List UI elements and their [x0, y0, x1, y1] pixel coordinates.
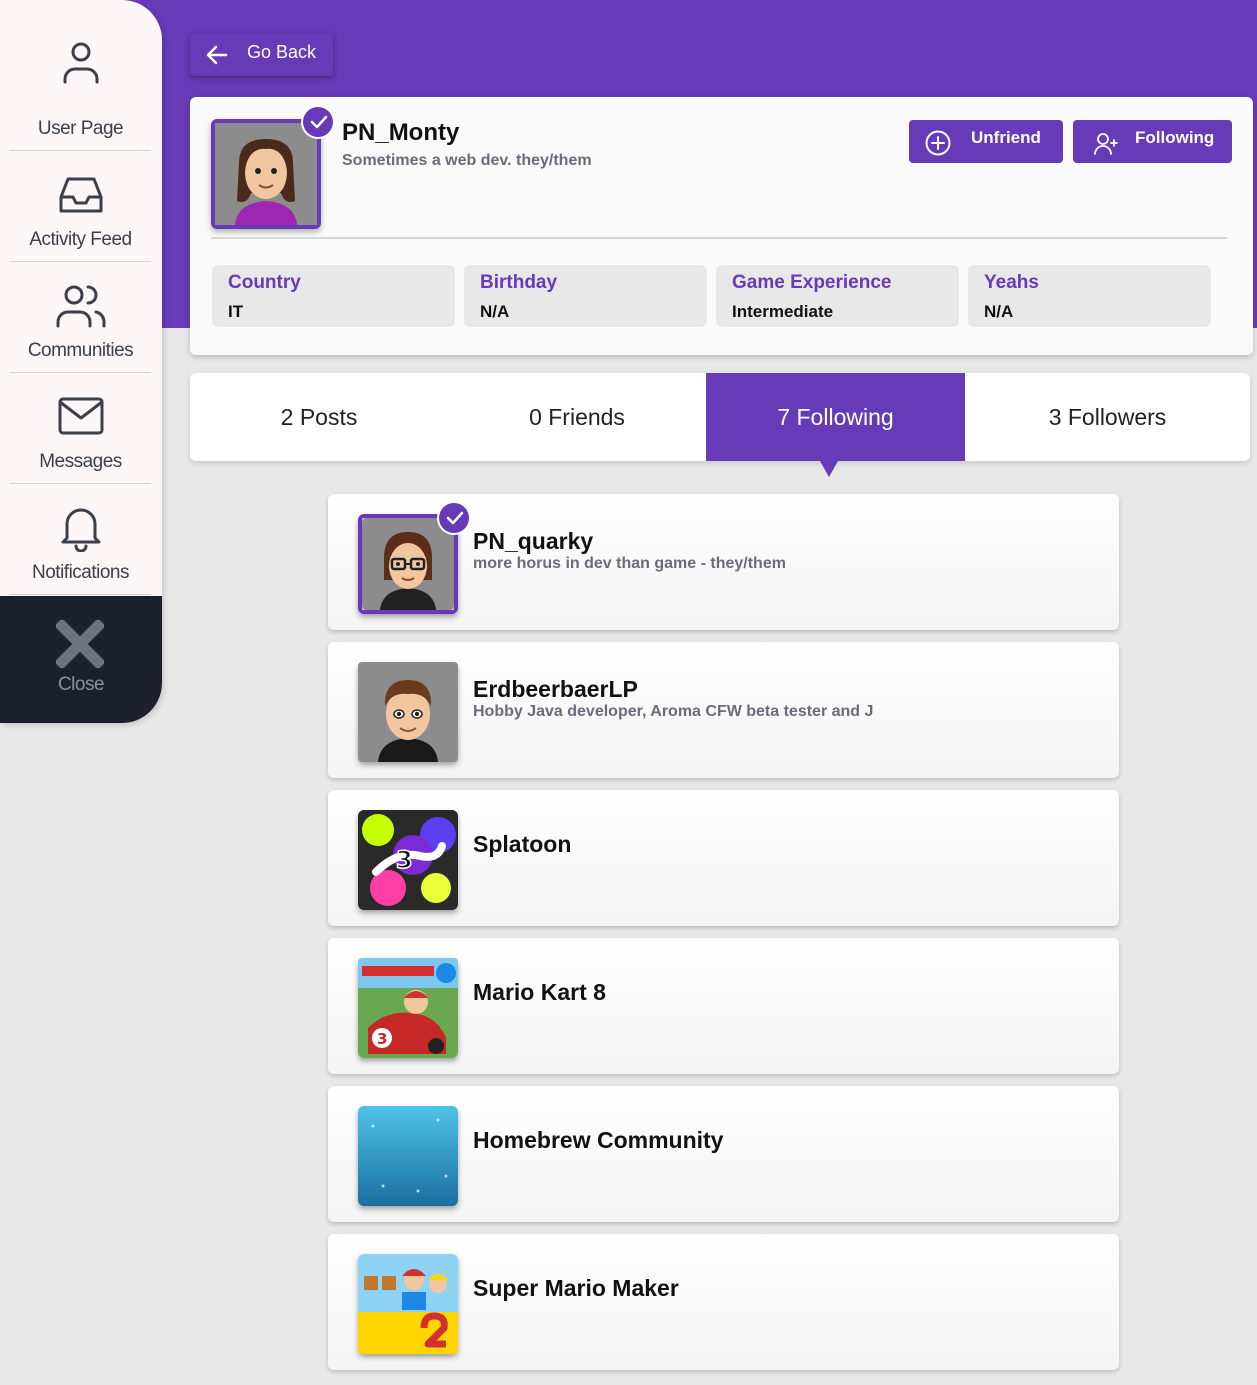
list-item-title: Mario Kart 8 [473, 979, 606, 1005]
tab-friends[interactable]: 0 Friends [448, 373, 706, 461]
list-item-title: Splatoon [473, 831, 572, 857]
user-avatar [358, 501, 471, 614]
following-label: Following [1135, 128, 1215, 147]
info-yeahs: Yeahs N/A [968, 265, 1211, 327]
close-button[interactable]: Close [0, 596, 162, 723]
sidebar-item-label: User Page [37, 118, 124, 139]
list-item-title: Super Mario Maker [473, 1275, 679, 1301]
list-item-title: PN_quarky [473, 528, 594, 554]
plus-circle-icon [925, 130, 951, 156]
unfriend-button[interactable]: Unfriend [909, 120, 1063, 163]
list-item[interactable]: Homebrew Community [328, 1086, 1119, 1222]
community-icon [358, 1106, 458, 1206]
divider [211, 237, 1227, 239]
go-back-button[interactable]: Go Back [190, 33, 333, 76]
close-label: Close [57, 674, 105, 695]
profile-username: PN_Monty [342, 119, 460, 146]
list-item-subtitle: more horus in dev than game - they/them [473, 555, 786, 572]
check-icon [446, 511, 464, 525]
sidebar-item-communities[interactable]: Communities [10, 262, 151, 373]
svg-text:3: 3 [377, 1030, 387, 1048]
community-icon: 3 [358, 958, 458, 1058]
user-avatar [358, 662, 458, 762]
list-item[interactable]: ErdbeerbaerLP Hobby Java developer, Arom… [328, 642, 1119, 778]
profile-tabs: 2 Posts 0 Friends 7 Following 3 Follower… [190, 373, 1250, 461]
svg-text:3: 3 [396, 846, 413, 874]
mario-kart-icon: 3 [358, 958, 458, 1058]
mii-avatar-image [362, 518, 454, 610]
go-back-label: Go Back [247, 42, 317, 62]
mii-avatar-image [215, 123, 317, 225]
tab-following[interactable]: 7 Following [706, 373, 965, 461]
list-item[interactable]: PN_quarky more horus in dev than game - … [328, 494, 1119, 630]
sidebar-item-label: Activity Feed [29, 229, 132, 250]
check-icon [310, 115, 328, 129]
sidebar-item-label: Communities [27, 340, 134, 361]
sidebar-item-notifications[interactable]: Notifications [10, 484, 151, 595]
super-mario-maker-icon [358, 1254, 458, 1354]
info-country: Country IT [212, 265, 455, 327]
info-value: N/A [984, 302, 1014, 321]
user-icon [63, 42, 98, 84]
homebrew-launcher-icon [358, 1106, 458, 1206]
inbox-icon [59, 177, 102, 213]
info-key: Yeahs [984, 272, 1039, 293]
mii-avatar-image [358, 662, 458, 762]
sidebar-item-messages[interactable]: Messages [10, 373, 151, 484]
bell-icon [61, 508, 100, 552]
list-item-title: Homebrew Community [473, 1127, 724, 1153]
verified-badge [301, 105, 335, 139]
sidebar-item-label: Notifications [32, 562, 130, 583]
sidebar-item-label: Messages [39, 451, 122, 472]
mail-icon [58, 397, 103, 435]
list-item[interactable]: Super Mario Maker [328, 1234, 1119, 1370]
unfriend-label: Unfriend [971, 128, 1041, 147]
profile-bio: Sometimes a web dev. they/them [342, 152, 592, 169]
info-key: Birthday [480, 272, 558, 293]
profile-avatar[interactable] [211, 105, 335, 229]
arrow-left-icon [206, 45, 228, 65]
list-item[interactable]: 3 Mario Kart 8 [328, 938, 1119, 1074]
info-value: N/A [480, 302, 510, 321]
info-game-experience: Game Experience Intermediate [716, 265, 959, 327]
list-item-title: ErdbeerbaerLP [473, 676, 638, 702]
community-icon [358, 1254, 458, 1354]
close-icon [56, 620, 104, 668]
community-icon: 3 [358, 810, 458, 910]
info-value: IT [228, 302, 244, 321]
sidebar-item-user-page[interactable]: User Page [10, 40, 151, 151]
info-birthday: Birthday N/A [464, 265, 707, 327]
sidebar-item-activity-feed[interactable]: Activity Feed [10, 151, 151, 262]
sidebar: User Page Activity Feed Communities Mess… [0, 0, 162, 723]
verified-badge [437, 501, 471, 535]
user-plus-icon [1094, 133, 1118, 155]
tab-posts[interactable]: 2 Posts [190, 373, 448, 461]
info-value: Intermediate [732, 302, 834, 321]
list-item[interactable]: 3 Splatoon [328, 790, 1119, 926]
list-item-subtitle: Hobby Java developer, Aroma CFW beta tes… [473, 703, 874, 720]
splatoon-icon: 3 [358, 810, 458, 910]
active-tab-indicator [820, 461, 838, 477]
profile-card: PN_Monty Sometimes a web dev. they/them … [190, 97, 1253, 355]
tab-followers[interactable]: 3 Followers [965, 373, 1250, 461]
users-icon [56, 285, 105, 328]
info-key: Game Experience [732, 272, 892, 293]
info-key: Country [228, 272, 301, 293]
following-button[interactable]: Following [1073, 120, 1232, 163]
